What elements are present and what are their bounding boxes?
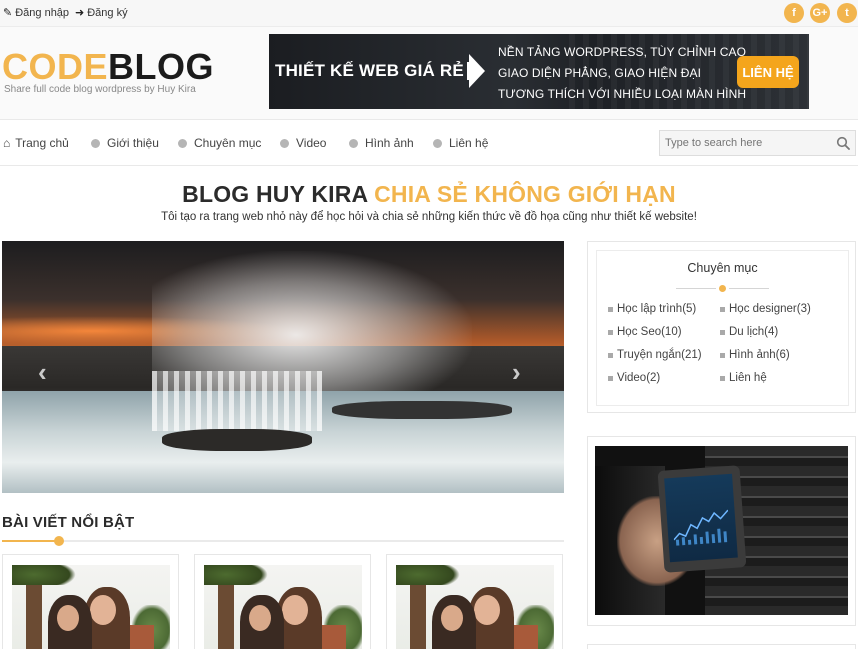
slider-next-icon[interactable]: ›	[512, 357, 521, 388]
chart-graphic-icon	[673, 509, 729, 546]
main-nav: ⌂ Trang chủ Giới thiệu Chuyên mục Video …	[0, 119, 858, 166]
featured-post-card[interactable]	[2, 554, 179, 649]
nav-item-label: Chuyên mục	[194, 136, 262, 150]
facebook-icon[interactable]: f	[784, 3, 804, 23]
featured-divider	[2, 540, 564, 542]
edit-icon: ✎	[3, 7, 13, 19]
google-plus-icon[interactable]: G+	[810, 3, 830, 23]
nav-item-label: Trang chủ	[15, 136, 69, 150]
nav-item-about[interactable]: Giới thiệu	[91, 136, 159, 150]
slide-rocks	[162, 429, 312, 451]
bullet-icon	[91, 138, 100, 148]
bullet-icon	[608, 375, 613, 381]
bullet-icon	[178, 138, 187, 148]
title-divider-left	[676, 288, 716, 289]
category-link[interactable]: Video(2)	[608, 372, 660, 384]
bullet-icon	[720, 375, 725, 381]
site-logo[interactable]: CODEBLOG	[2, 49, 214, 85]
bullet-icon	[280, 138, 289, 148]
banner-line-2: GIAO DIỆN PHẲNG, GIAO HIỆN ĐẠI	[498, 66, 702, 80]
image-slider[interactable]: ‹ ›	[2, 241, 564, 493]
title-part-2: CHIA SẺ KHÔNG GIỚI HẠN	[374, 181, 676, 207]
banner-line-3: TƯƠNG THÍCH VỚI NHIỀU LOẠI MÀN HÌNH	[498, 87, 747, 101]
featured-post-card[interactable]	[194, 554, 371, 649]
ad-banner[interactable]: THIẾT KẾ WEB GIÁ RẺ NỀN TẢNG WORDPRESS, …	[269, 34, 809, 109]
slider-prev-icon[interactable]: ‹	[38, 357, 47, 388]
nav-item-images[interactable]: Hình ảnh	[349, 136, 414, 150]
nav-item-contact[interactable]: Liên hệ	[433, 136, 488, 150]
category-link[interactable]: Học Seo(10)	[608, 326, 682, 338]
featured-divider-dot	[54, 536, 64, 546]
category-link[interactable]: Liên hệ	[720, 372, 767, 384]
category-label: Học lập trình(5)	[617, 303, 697, 315]
logo-code: CODE	[2, 46, 109, 87]
slide-wave-spray	[152, 251, 472, 391]
title-part-1: BLOG HUY KIRA	[182, 181, 368, 207]
register-label: Đăng ký	[87, 6, 128, 19]
post-thumbnail[interactable]	[12, 565, 170, 649]
search-box	[659, 130, 856, 156]
category-link[interactable]: Truyện ngắn(21)	[608, 349, 702, 361]
bullet-icon	[720, 329, 725, 335]
nav-item-video[interactable]: Video	[280, 136, 326, 150]
bullet-icon	[433, 138, 442, 148]
categories-widget: Chuyên mục Học lập trình(5) Học designer…	[587, 241, 856, 413]
nav-item-label: Video	[296, 136, 327, 150]
nav-item-home[interactable]: ⌂ Trang chủ	[3, 136, 69, 150]
bullet-icon	[608, 329, 613, 335]
category-link[interactable]: Học designer(3)	[720, 303, 811, 315]
category-link[interactable]: Hình ảnh(6)	[720, 349, 790, 361]
bullet-icon	[608, 306, 613, 312]
nav-item-categories[interactable]: Chuyên mục	[178, 136, 261, 150]
category-label: Du lịch(4)	[729, 326, 779, 338]
search-icon[interactable]	[836, 136, 850, 150]
arrow-right-icon	[469, 54, 485, 88]
nav-item-label: Hình ảnh	[365, 136, 414, 150]
banner-headline: THIẾT KẾ WEB GIÁ RẺ	[275, 61, 464, 80]
site-tagline: Share full code blog wordpress by Huy Ki…	[4, 84, 196, 95]
banner-contact-button[interactable]: LIÊN HỆ	[737, 56, 799, 88]
category-label: Liên hệ	[729, 372, 767, 384]
twitter-icon[interactable]: t	[837, 3, 857, 23]
sidebar-widget	[587, 644, 856, 649]
categories-title: Chuyên mục	[687, 261, 758, 275]
page-subtitle: Tôi tạo ra trang web nhỏ này để học hỏi …	[161, 211, 697, 223]
login-label: Đăng nhập	[15, 6, 70, 19]
search-input[interactable]	[660, 131, 835, 155]
featured-post-card[interactable]	[386, 554, 563, 649]
slide-rocks-right	[332, 401, 512, 419]
title-divider-dot	[719, 285, 726, 292]
category-label: Hình ảnh(6)	[729, 349, 790, 361]
category-link[interactable]: Học lập trình(5)	[608, 303, 696, 315]
featured-heading: BÀI VIẾT NỔI BẬT	[2, 514, 135, 531]
bullet-icon	[349, 138, 358, 148]
site-header: CODEBLOG Share full code blog wordpress …	[0, 27, 858, 119]
slide-waterfall	[152, 371, 322, 431]
category-label: Truyện ngắn(21)	[617, 349, 702, 361]
logo-blog: BLOG	[108, 46, 215, 87]
sidebar-ad-image[interactable]	[595, 446, 848, 615]
featured-divider-accent	[2, 540, 59, 542]
top-bar: ✎ Đăng nhập ➜ Đăng ký f G+ t	[0, 0, 858, 27]
register-link[interactable]: ➜ Đăng ký	[75, 6, 128, 20]
bullet-icon	[720, 352, 725, 358]
home-icon: ⌂	[3, 136, 11, 150]
nav-item-label: Liên hệ	[449, 136, 489, 150]
title-divider-right	[729, 288, 769, 289]
post-thumbnail[interactable]	[396, 565, 554, 649]
category-label: Video(2)	[617, 372, 661, 384]
post-thumbnail[interactable]	[204, 565, 362, 649]
sign-in-icon: ➜	[75, 7, 85, 19]
page-title: BLOG HUY KIRA CHIA SẺ KHÔNG GIỚI HẠN	[0, 181, 858, 208]
sidebar-ad-widget	[587, 436, 856, 626]
nav-item-label: Giới thiệu	[107, 136, 159, 150]
bullet-icon	[608, 352, 613, 358]
category-label: Học Seo(10)	[617, 326, 682, 338]
login-link[interactable]: ✎ Đăng nhập	[3, 6, 70, 20]
bullet-icon	[720, 306, 725, 312]
banner-line-1: NỀN TẢNG WORDPRESS, TÙY CHỈNH CAO	[498, 45, 746, 59]
category-label: Học designer(3)	[729, 303, 811, 315]
category-link[interactable]: Du lịch(4)	[720, 326, 778, 338]
